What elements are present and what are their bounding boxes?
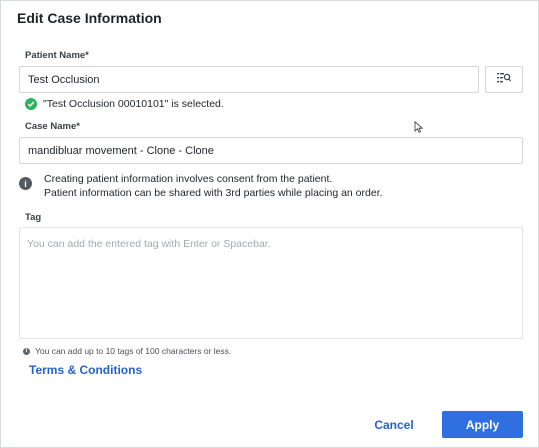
consent-notice-line2: Patient information can be shared with 3… — [44, 187, 383, 199]
terms-conditions-link[interactable]: Terms & Conditions — [29, 363, 142, 377]
case-name-label: Case Name* — [25, 121, 80, 132]
mouse-cursor-icon — [414, 120, 424, 133]
list-search-icon — [497, 71, 512, 89]
consent-notice: i Creating patient information involves … — [19, 172, 383, 200]
info-icon: i — [19, 177, 32, 190]
tag-label: Tag — [25, 212, 42, 223]
tag-input[interactable]: You can add the entered tag with Enter o… — [19, 227, 523, 339]
apply-button[interactable]: Apply — [442, 411, 523, 438]
case-name-input[interactable]: mandibluar movement - Clone - Clone — [19, 137, 523, 164]
check-circle-icon — [25, 98, 37, 110]
info-small-icon: i — [23, 347, 30, 355]
patient-name-input[interactable]: Test Occlusion — [19, 66, 479, 93]
tag-placeholder: You can add the entered tag with Enter o… — [27, 238, 271, 250]
consent-notice-line1: Creating patient information involves co… — [44, 173, 333, 185]
tag-hint-text: You can add up to 10 tags of 100 charact… — [35, 346, 232, 356]
edit-case-dialog: Edit Case Information Patient Name* Test… — [0, 0, 539, 448]
patient-selected-status: "Test Occlusion 00010101" is selected. — [25, 98, 224, 110]
dialog-title: Edit Case Information — [17, 10, 162, 26]
patient-name-label: Patient Name* — [25, 50, 89, 61]
tag-hint: i You can add up to 10 tags of 100 chara… — [23, 346, 231, 356]
cancel-button[interactable]: Cancel — [359, 411, 429, 438]
patient-selected-text: "Test Occlusion 00010101" is selected. — [43, 98, 224, 110]
patient-search-button[interactable] — [485, 66, 523, 93]
